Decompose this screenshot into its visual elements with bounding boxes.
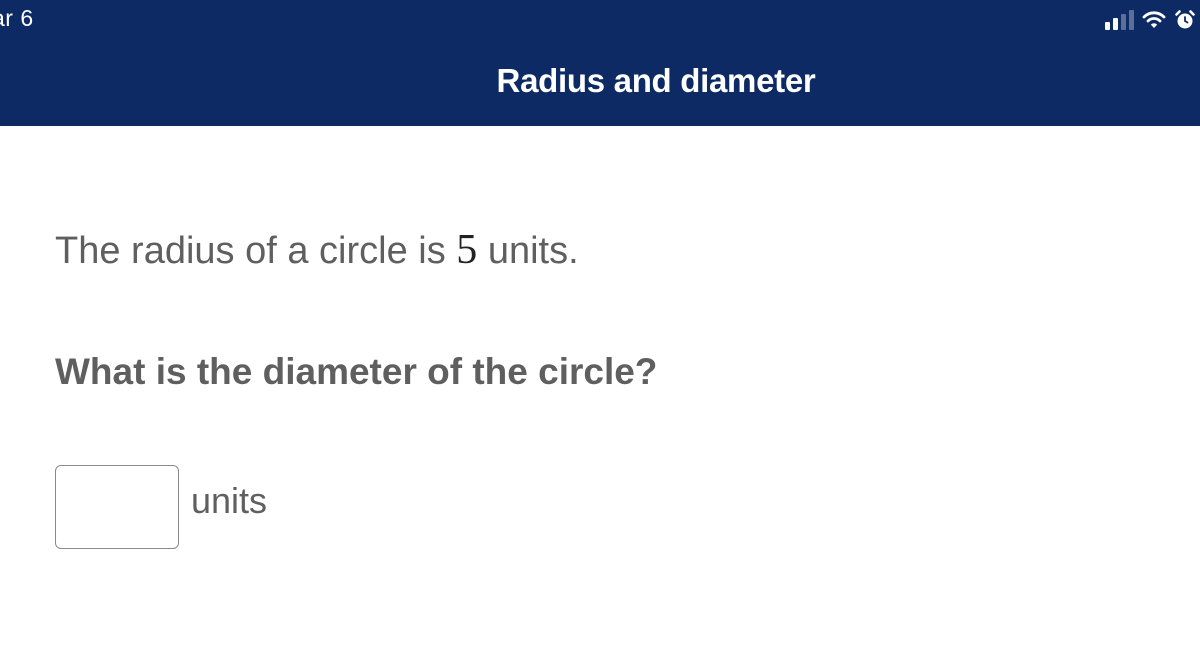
status-icons bbox=[1105, 8, 1196, 32]
problem-statement: The radius of a circle is 5 units. bbox=[55, 226, 579, 274]
cellular-signal-icon bbox=[1105, 10, 1134, 30]
alarm-clock-icon bbox=[1174, 9, 1196, 31]
statement-suffix: units. bbox=[477, 230, 579, 272]
page-title: Radius and diameter bbox=[496, 62, 816, 99]
answer-row: units bbox=[55, 465, 267, 549]
diameter-answer-input[interactable] bbox=[55, 465, 179, 549]
statement-prefix: The radius of a circle is bbox=[55, 230, 457, 272]
problem-question: What is the diameter of the circle? bbox=[55, 351, 658, 392]
app-header: ar 6 Radius and diameter bbox=[0, 0, 1200, 126]
wifi-icon bbox=[1142, 10, 1166, 30]
radius-value: 5 bbox=[456, 227, 478, 273]
answer-unit-label: units bbox=[191, 480, 268, 521]
status-time: ar 6 bbox=[0, 5, 34, 31]
